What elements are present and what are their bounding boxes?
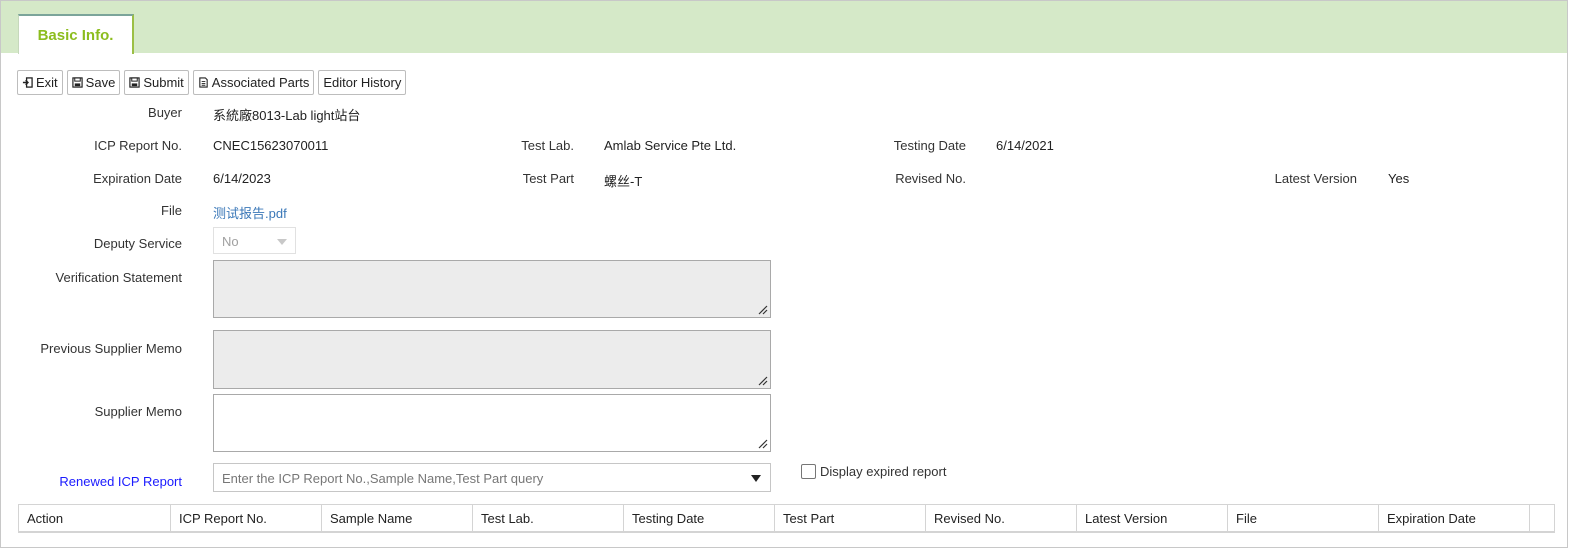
display-expired-option[interactable]: Display expired report	[801, 464, 946, 479]
resize-grip-icon[interactable]	[758, 305, 768, 315]
caret-down-icon	[277, 239, 287, 245]
supplier-memo-label: Supplier Memo	[94, 404, 182, 419]
exit-icon	[22, 77, 33, 88]
previous-supplier-memo-textarea[interactable]	[213, 330, 771, 389]
test-lab-label: Test Lab.	[521, 138, 574, 153]
deputy-service-select[interactable]: No	[213, 227, 296, 254]
toolbar: Exit Save Submit Associated Parts Editor…	[17, 70, 407, 95]
column-header-test-lab[interactable]: Test Lab.	[473, 505, 624, 531]
submit-icon	[129, 77, 140, 88]
test-part-value: 螺丝-T	[604, 174, 643, 189]
save-label: Save	[85, 75, 116, 90]
verification-statement-label: Verification Statement	[55, 270, 182, 285]
submit-label: Submit	[143, 75, 184, 90]
latest-version-value: Yes	[1388, 171, 1410, 186]
column-header-icp-report-no[interactable]: ICP Report No.	[171, 505, 322, 531]
associated-parts-button[interactable]: Associated Parts	[192, 70, 315, 95]
exit-button[interactable]: Exit	[17, 70, 63, 95]
tab-basic-info[interactable]: Basic Info.	[18, 14, 134, 54]
column-header-latest-version[interactable]: Latest Version	[1077, 505, 1228, 531]
editor-history-button[interactable]: Editor History	[318, 70, 407, 95]
deputy-service-value: No	[222, 234, 239, 249]
icp-report-label: ICP Report No.	[94, 138, 182, 153]
expiration-date-label: Expiration Date	[93, 171, 182, 186]
expiration-date-value: 6/14/2023	[213, 171, 271, 186]
column-header-test-part[interactable]: Test Part	[775, 505, 926, 531]
column-header-spacer	[1530, 505, 1554, 531]
caret-down-icon[interactable]	[751, 475, 761, 482]
window-frame: Basic Info. Exit Save Submit Associated …	[0, 0, 1568, 548]
renewed-icp-report-placeholder: Enter the ICP Report No.,Sample Name,Tes…	[222, 471, 544, 486]
verification-statement-textarea[interactable]	[213, 260, 771, 318]
testing-date-value: 6/14/2021	[996, 138, 1054, 153]
display-expired-label: Display expired report	[820, 464, 947, 479]
save-icon	[71, 77, 83, 88]
buyer-label: Buyer	[148, 105, 182, 120]
testing-date-label: Testing Date	[893, 138, 966, 153]
document-icon	[199, 77, 208, 88]
resize-grip-icon[interactable]	[758, 376, 768, 386]
column-header-revised-no[interactable]: Revised No.	[926, 505, 1077, 531]
associated-reports-table-header: Action ICP Report No. Sample Name Test L…	[18, 504, 1555, 533]
buyer-value: 系統廠8013-Lab light站台	[213, 108, 361, 123]
deputy-service-label: Deputy Service	[93, 236, 182, 251]
latest-version-label: Latest Version	[1274, 171, 1357, 186]
renewed-icp-report-label[interactable]: Renewed ICP Report	[12, 474, 182, 489]
previous-supplier-memo-label: Previous Supplier Memo	[40, 341, 182, 356]
test-lab-value: Amlab Service Pte Ltd.	[604, 138, 737, 153]
column-header-testing-date[interactable]: Testing Date	[624, 505, 775, 531]
exit-label: Exit	[36, 75, 58, 90]
save-button[interactable]: Save	[66, 70, 121, 95]
column-header-action[interactable]: Action	[19, 505, 171, 531]
file-label: File	[161, 203, 182, 218]
icp-report-value: CNEC15623070011	[213, 138, 329, 153]
revised-no-label: Revised No.	[895, 171, 966, 186]
tab-bar: Basic Info.	[1, 1, 1567, 54]
submit-button[interactable]: Submit	[124, 70, 189, 95]
resize-grip-icon[interactable]	[758, 439, 768, 449]
associated-parts-label: Associated Parts	[211, 75, 310, 90]
display-expired-checkbox[interactable]	[801, 464, 816, 479]
column-header-file[interactable]: File	[1228, 505, 1379, 531]
supplier-memo-textarea[interactable]	[213, 394, 771, 452]
file-link[interactable]: 测试报告.pdf	[213, 203, 287, 222]
editor-history-label: Editor History	[323, 75, 402, 90]
column-header-expiration-date[interactable]: Expiration Date	[1379, 505, 1530, 531]
renewed-icp-report-combo[interactable]: Enter the ICP Report No.,Sample Name,Tes…	[213, 463, 771, 492]
column-header-sample-name[interactable]: Sample Name	[322, 505, 473, 531]
test-part-label: Test Part	[522, 171, 574, 186]
